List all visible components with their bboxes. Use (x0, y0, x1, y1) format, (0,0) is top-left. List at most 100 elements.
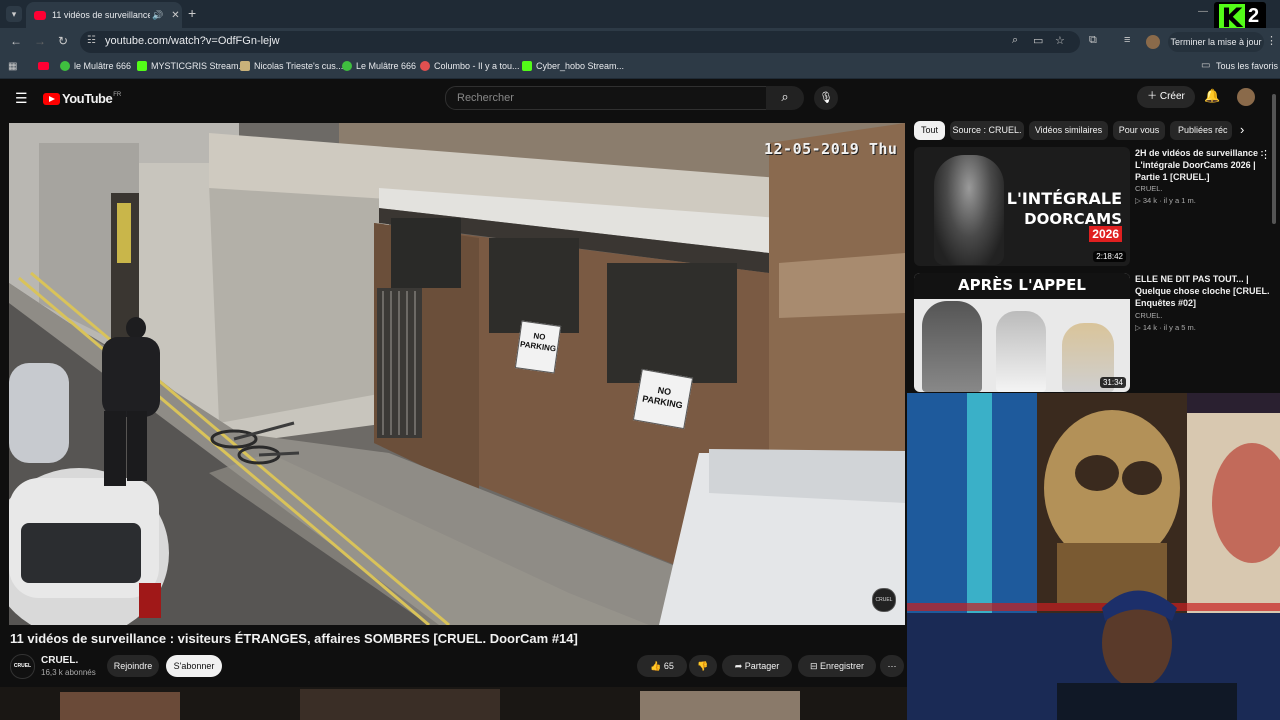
kick-favicon-icon (522, 61, 532, 71)
apps-grid-icon[interactable]: ▦ (8, 61, 17, 72)
browser-tab-active[interactable]: 11 vidéos de surveillance : v 🔊 ✕ (26, 2, 182, 28)
webcam-feed-image (907, 393, 1280, 720)
bookmark-favicon-icon (342, 61, 352, 71)
bookmark-item[interactable]: MYSTICGRIS Stream... (137, 61, 246, 71)
recommendation-thumbnail[interactable]: L'INTÉGRALE DOORCAMS 2026 2:18:42 (914, 147, 1130, 266)
create-button[interactable]: ＋ Créer (1137, 86, 1195, 108)
no-parking-sign: NO PARKING (514, 320, 562, 374)
search-input[interactable] (455, 91, 749, 105)
thumbnail-text: L'INTÉGRALE (1006, 189, 1122, 208)
save-playlist-icon: ⊟ (809, 661, 821, 671)
share-icon: ➦ (734, 661, 745, 671)
update-browser-button[interactable]: Terminer la mise à jour (1168, 32, 1264, 52)
chips-next-chevron-icon[interactable]: › (1240, 122, 1244, 137)
plus-icon: ＋ (1147, 91, 1160, 102)
back-arrow-icon[interactable]: ← (10, 34, 22, 48)
audio-playing-icon[interactable]: 🔊 (152, 10, 163, 21)
play-icon: ▷ (1135, 323, 1143, 332)
all-favorites-link[interactable]: Tous les favoris (1216, 61, 1278, 71)
join-button[interactable]: Rejoindre (107, 655, 159, 677)
bookmark-item[interactable]: Columbo - Il y a tou... (420, 61, 520, 71)
cast-icon[interactable]: ▭ (1033, 34, 1043, 47)
youtube-play-icon (43, 92, 60, 105)
youtube-logo[interactable]: YouTube FR (43, 91, 121, 106)
tab-title: 11 vidéos de surveillance : v (52, 10, 150, 20)
kick-favicon-icon (137, 61, 147, 71)
zoom-icon[interactable]: ⌕ (1012, 34, 1018, 47)
notifications-bell-icon[interactable]: 🔔 (1204, 88, 1220, 104)
search-button[interactable]: ⌕ (766, 86, 804, 110)
channel-avatar[interactable]: CRUEL (10, 654, 35, 679)
youtube-favicon-icon (34, 10, 46, 20)
browser-menu-icon[interactable]: ⋮ (1266, 34, 1277, 47)
site-info-icon[interactable]: ☷ (87, 35, 96, 46)
search-box (445, 86, 768, 110)
tab-search-button[interactable]: ▾ (6, 6, 22, 22)
video-title: 11 vidéos de surveillance : visiteurs ÉT… (10, 631, 578, 646)
like-button[interactable]: 👍 65 (637, 655, 687, 677)
bookmark-item[interactable]: le Mulâtre 666 (60, 61, 131, 71)
cctv-timestamp: 12-05-2019 Thu (764, 140, 898, 158)
recommendation-menu-icon[interactable]: ⋮ (1260, 148, 1271, 161)
save-button[interactable]: ⊟ Enregistrer (798, 655, 876, 677)
subscribe-button[interactable]: S'abonner (166, 655, 222, 677)
address-bar[interactable]: ☷ youtube.com/watch?v=OdfFGn-lejw (80, 31, 1080, 53)
webcam-overlay (907, 393, 1280, 720)
below-video-image (0, 687, 907, 720)
extensions-icon[interactable]: ⧉ (1089, 34, 1097, 47)
recommendation-channel[interactable]: CRUEL. (1135, 311, 1163, 320)
reload-icon[interactable]: ↻ (58, 34, 68, 48)
thumbs-down-icon: 👎 (697, 661, 709, 671)
bookmark-item[interactable]: Le Mulâtre 666 (342, 61, 416, 71)
bookmark-favicon-icon (60, 61, 70, 71)
channel-watermark[interactable]: CRUEL (872, 588, 896, 612)
thumbs-up-icon: 👍 (650, 661, 664, 671)
below-video-area (0, 687, 907, 720)
search-icon: ⌕ (781, 89, 789, 104)
url-text: youtube.com/watch?v=OdfFGn-lejw (105, 35, 280, 47)
bookmark-favicon-icon (420, 61, 430, 71)
no-parking-sign: NO PARKING (632, 368, 694, 430)
browser-profile-avatar[interactable] (1146, 35, 1160, 49)
more-dots-icon: ⋯ (887, 661, 897, 671)
youtube-bookmark-icon[interactable] (38, 62, 49, 70)
video-player[interactable]: NO PARKING NO PARKING (9, 123, 905, 625)
recommendation-title[interactable]: ELLE NE DIT PAS TOUT... | Quelque chose … (1135, 273, 1275, 309)
minimize-window-button[interactable]: — (1198, 6, 1208, 17)
recommendation-meta: ▷ 14 k · il y a 5 m. (1135, 323, 1196, 332)
channel-name[interactable]: CRUEL. (41, 655, 78, 666)
chip-for-you[interactable]: Pour vous (1113, 121, 1165, 140)
share-button[interactable]: ➦ Partager (722, 655, 792, 677)
chip-similar[interactable]: Vidéos similaires (1029, 121, 1108, 140)
chip-recent[interactable]: Publiées réc (1170, 121, 1232, 140)
bookmark-item[interactable]: Cyber_hobo Stream... (522, 61, 624, 71)
more-actions-button[interactable]: ⋯ (880, 655, 904, 677)
media-controls-icon[interactable]: ≡ (1124, 34, 1130, 46)
close-tab-icon[interactable]: ✕ (171, 10, 179, 21)
thumbnail-text: APRÈS L'APPEL (958, 276, 1086, 294)
thumbnail-person-photo (934, 155, 1004, 265)
bookmark-star-icon[interactable]: ☆ (1055, 34, 1065, 47)
dislike-button[interactable]: 👎 (689, 655, 717, 677)
recommendation-title[interactable]: 2H de vidéos de surveillance : L'intégra… (1135, 147, 1275, 183)
recommendation-meta: ▷ 34 k · il y a 1 m. (1135, 196, 1196, 205)
menu-hamburger-icon[interactable]: ☰ (15, 90, 28, 107)
cctv-video-frame (9, 123, 905, 625)
kick-number: 2 (1248, 5, 1260, 27)
bookmark-item[interactable]: Nicolas Trieste's cus... (240, 61, 343, 71)
recommendation-thumbnail[interactable]: APRÈS L'APPEL 31:34 (914, 273, 1130, 392)
thumbnail-person-photo (996, 311, 1046, 392)
user-avatar[interactable] (1237, 88, 1255, 106)
video-duration: 2:18:42 (1093, 251, 1126, 262)
recommendation-channel[interactable]: CRUEL. (1135, 184, 1163, 193)
play-icon: ▷ (1135, 196, 1143, 205)
voice-search-button[interactable]: 🎙 (814, 86, 838, 110)
like-count: 65 (663, 661, 674, 671)
chip-all[interactable]: Tout (914, 121, 945, 140)
chip-source[interactable]: Source : CRUEL. (950, 121, 1024, 140)
folder-icon: ▭ (1201, 60, 1211, 71)
subscriber-count: 16,3 k abonnés (41, 668, 96, 677)
new-tab-button[interactable]: + (188, 5, 196, 21)
forward-arrow-icon[interactable]: → (34, 34, 46, 48)
microphone-icon: 🎙 (819, 92, 833, 104)
